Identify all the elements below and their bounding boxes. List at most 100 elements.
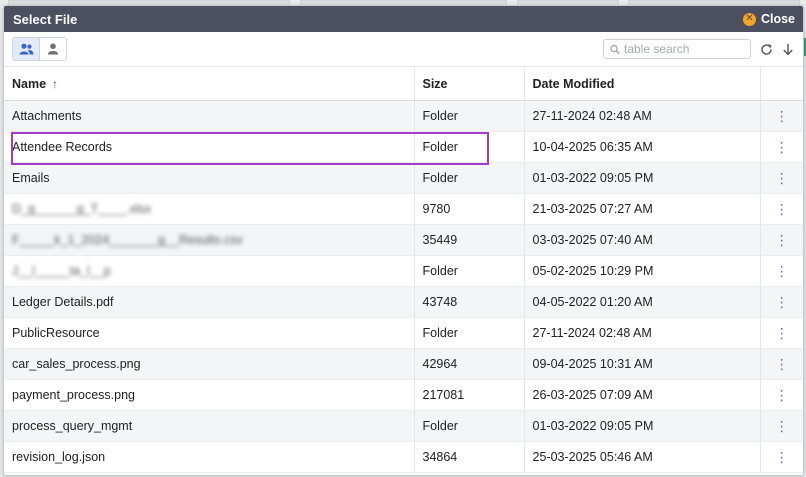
kebab-menu-icon[interactable]: ⋮: [775, 202, 789, 216]
file-size-cell: Folder: [414, 317, 525, 349]
file-name-cell[interactable]: J__l_____ta_l__p: [4, 255, 415, 287]
file-size-cell: 43748: [414, 286, 525, 318]
date-modified-cell: 21-03-2025 07:27 AM: [524, 193, 761, 225]
file-name: PublicResource: [12, 326, 100, 340]
row-actions-cell: ⋮: [760, 224, 803, 256]
file-name-cell[interactable]: process_query_mgmt: [4, 410, 415, 442]
file-name-cell[interactable]: PublicResource: [4, 317, 415, 349]
row-actions-cell: ⋮: [760, 255, 803, 287]
file-name-cell[interactable]: Attendee Records: [4, 131, 415, 163]
close-icon: ✕: [742, 12, 756, 26]
file-name-cell[interactable]: car_sales_process.png: [4, 348, 415, 380]
date-modified-cell: 10-04-2025 06:35 AM: [524, 131, 761, 163]
file-name: D_g______g_T____.xlsx: [12, 202, 151, 216]
table-row[interactable]: D_g______g_T____.xlsx 9780 21-03-2025 07:2…: [4, 193, 803, 225]
close-button[interactable]: ✕ Close: [742, 12, 795, 26]
table-row[interactable]: revision_log.json 34864 25-03-2025 05:46 A…: [4, 441, 803, 473]
select-file-dialog: Select File ✕ Close table search Name ↑ …: [3, 5, 804, 476]
kebab-menu-icon[interactable]: ⋮: [775, 171, 789, 185]
date-modified-cell: 01-03-2022 09:05 PM: [524, 410, 761, 442]
table-row[interactable]: car_sales_process.png 42964 09-04-2025 10:…: [4, 348, 803, 380]
file-name-cell[interactable]: Ledger Details.pdf: [4, 286, 415, 318]
column-header-size[interactable]: Size: [414, 67, 525, 101]
kebab-menu-icon[interactable]: ⋮: [775, 233, 789, 247]
date-modified-cell: 04-05-2022 01:20 AM: [524, 286, 761, 318]
file-name: Emails: [12, 171, 50, 185]
table-row[interactable]: Attachments Folder 27-11-2024 02:48 AM ⋮: [4, 100, 803, 132]
group-users-icon: [19, 43, 33, 55]
table-header-row: Name ↑ Size Date Modified: [4, 67, 803, 101]
table-row[interactable]: Ledger Details.pdf 43748 04-05-2022 01:20 …: [4, 286, 803, 318]
download-icon[interactable]: [781, 42, 795, 56]
kebab-menu-icon[interactable]: ⋮: [775, 109, 789, 123]
my-files-toggle[interactable]: [39, 38, 66, 60]
file-name: revision_log.json: [12, 450, 106, 464]
date-modified-cell: 27-11-2024 02:48 AM: [524, 100, 761, 132]
kebab-menu-icon[interactable]: ⋮: [775, 264, 789, 278]
file-size-cell: Folder: [414, 100, 525, 132]
column-header-date-modified[interactable]: Date Modified: [524, 67, 761, 101]
file-size-cell: 35449: [414, 224, 525, 256]
toolbar-right: [603, 39, 795, 59]
file-size-cell: 9780: [414, 193, 525, 225]
file-size-cell: 34864: [414, 441, 525, 473]
row-actions-cell: ⋮: [760, 379, 803, 411]
file-name-cell[interactable]: D_g______g_T____.xlsx: [4, 193, 415, 225]
table-row[interactable]: process_query_mgmt Folder 01-03-2022 09:05…: [4, 410, 803, 442]
file-name: J__l_____ta_l__p: [12, 264, 111, 278]
date-modified-cell: 09-04-2025 10:31 AM: [524, 348, 761, 380]
refresh-icon[interactable]: [759, 42, 773, 56]
file-name-cell[interactable]: Attachments: [4, 100, 415, 132]
dialog-titlebar: Select File ✕ Close: [4, 6, 803, 32]
kebab-menu-icon[interactable]: ⋮: [775, 357, 789, 371]
kebab-menu-icon[interactable]: ⋮: [775, 450, 789, 464]
kebab-menu-icon[interactable]: ⋮: [775, 326, 789, 340]
file-name-cell[interactable]: payment_process.png: [4, 379, 415, 411]
search-box[interactable]: [603, 39, 751, 59]
file-table: Name ↑ Size Date Modified Attachments Fold…: [4, 67, 803, 473]
dialog-title: Select File: [13, 11, 78, 27]
file-name: payment_process.png: [12, 388, 135, 402]
table-row[interactable]: F_____k_1_2024_______g__Results.csv 35449…: [4, 224, 803, 256]
row-actions-cell: ⋮: [760, 100, 803, 132]
column-header-name[interactable]: Name ↑: [4, 67, 415, 101]
table-row[interactable]: payment_process.png 217081 26-03-2025 07:0…: [4, 379, 803, 411]
file-size-cell: Folder: [414, 131, 525, 163]
kebab-menu-icon[interactable]: ⋮: [775, 419, 789, 433]
sort-ascending-icon: ↑: [52, 76, 59, 91]
search-icon: [610, 44, 620, 54]
table-row[interactable]: J__l_____ta_l__p Folder 05-02-2025 10:29 P…: [4, 255, 803, 287]
file-size-cell: 42964: [414, 348, 525, 380]
file-name-cell[interactable]: F_____k_1_2024_______g__Results.csv: [4, 224, 415, 256]
kebab-menu-icon[interactable]: ⋮: [775, 295, 789, 309]
table-row[interactable]: Attendee Records Folder 10-04-2025 06:35 A…: [4, 131, 803, 163]
dialog-toolbar: [4, 32, 803, 67]
file-size-cell: Folder: [414, 255, 525, 287]
kebab-menu-icon[interactable]: ⋮: [775, 140, 789, 154]
shared-files-toggle[interactable]: [13, 38, 39, 60]
row-actions-cell: ⋮: [760, 317, 803, 349]
file-size-cell: Folder: [414, 162, 525, 194]
file-name-cell[interactable]: Emails: [4, 162, 415, 194]
file-name: process_query_mgmt: [12, 419, 133, 433]
kebab-menu-icon[interactable]: ⋮: [775, 388, 789, 402]
file-size-cell: Folder: [414, 410, 525, 442]
date-modified-cell: 26-03-2025 07:09 AM: [524, 379, 761, 411]
date-modified-cell: 25-03-2025 05:46 AM: [524, 441, 761, 473]
row-actions-cell: ⋮: [760, 162, 803, 194]
file-name-cell[interactable]: revision_log.json: [4, 441, 415, 473]
table-row[interactable]: Emails Folder 01-03-2022 09:05 PM ⋮: [4, 162, 803, 194]
row-actions-cell: ⋮: [760, 410, 803, 442]
column-header-actions: [760, 67, 803, 101]
date-modified-cell: 01-03-2022 09:05 PM: [524, 162, 761, 194]
single-user-icon: [47, 43, 59, 55]
row-actions-cell: ⋮: [760, 131, 803, 163]
file-size-cell: 217081: [414, 379, 525, 411]
table-search-input[interactable]: [624, 42, 744, 56]
file-name: Attachments: [12, 109, 82, 123]
row-actions-cell: ⋮: [760, 286, 803, 318]
row-actions-cell: ⋮: [760, 348, 803, 380]
file-name: Attendee Records: [12, 140, 113, 154]
file-name: F_____k_1_2024_______g__Results.csv: [12, 233, 243, 247]
table-row[interactable]: PublicResource Folder 27-11-2024 02:48 AM ⋮: [4, 317, 803, 349]
